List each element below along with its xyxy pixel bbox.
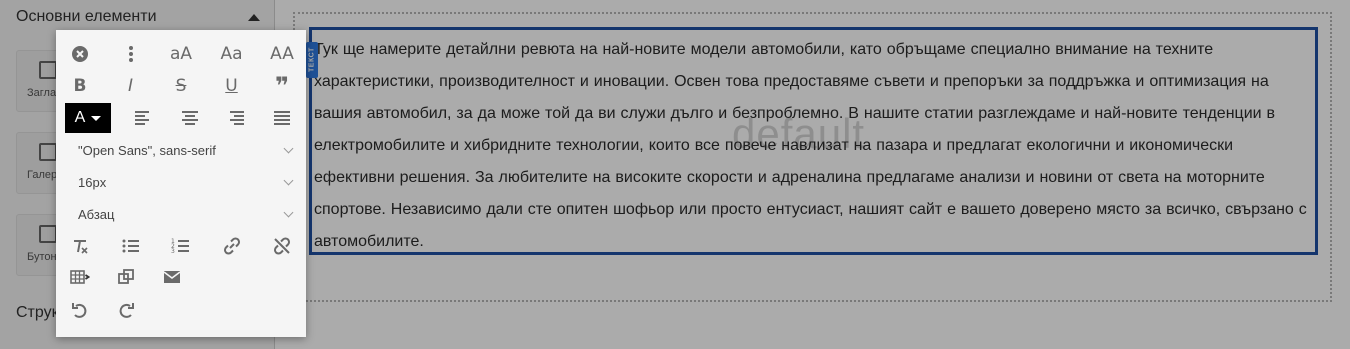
- chevron-down-icon: [283, 143, 294, 153]
- table-icon[interactable]: [66, 263, 94, 291]
- underline-button[interactable]: U: [218, 72, 246, 100]
- button-icon: [39, 225, 57, 243]
- font-size-select[interactable]: 16px: [68, 169, 296, 195]
- link-icon[interactable]: [218, 232, 246, 260]
- text-color-label: A: [74, 109, 86, 126]
- align-right-icon[interactable]: [222, 104, 250, 132]
- toolbar-row-5: [66, 263, 296, 291]
- lowercase-button[interactable]: aA: [167, 40, 195, 68]
- editor-canvas: default Тук ще намерите детайлни ревюта …: [276, 0, 1350, 349]
- titlecase-button[interactable]: Aa: [218, 40, 246, 68]
- font-family-value: "Open Sans", sans-serif: [78, 142, 216, 158]
- align-justify-icon[interactable]: [268, 104, 296, 132]
- toolbar-row-2: B I S U ❞: [66, 72, 296, 100]
- toolbar-row-1: aA Aa AA: [66, 40, 296, 68]
- section-title: Основни елементи: [16, 8, 157, 25]
- svg-text:3: 3: [171, 248, 175, 255]
- block-format-value: Абзац: [78, 206, 115, 222]
- block-type-tag: ТЕКСТ: [306, 42, 318, 78]
- chevron-down-icon: [283, 207, 294, 217]
- italic-button[interactable]: I: [117, 72, 145, 100]
- redo-icon[interactable]: [112, 296, 140, 324]
- copy-icon[interactable]: [112, 263, 140, 291]
- bold-button[interactable]: B: [66, 72, 94, 100]
- quote-button[interactable]: ❞: [268, 72, 296, 100]
- chevron-down-icon: [283, 175, 294, 185]
- format-toolbar: aA Aa AA B I S U ❞ A "Open Sans", sans-s…: [56, 30, 306, 337]
- toolbar-row-6: [66, 296, 296, 324]
- section-header[interactable]: Основни елементи: [16, 6, 260, 28]
- dropdown-triangle-icon: [91, 115, 102, 121]
- toolbar-row-4: 123: [66, 232, 296, 260]
- close-icon[interactable]: [66, 40, 94, 68]
- block-format-select[interactable]: Абзац: [68, 201, 296, 227]
- more-vertical-icon[interactable]: [117, 40, 145, 68]
- bullet-list-icon[interactable]: [117, 232, 145, 260]
- align-center-icon[interactable]: [176, 104, 204, 132]
- undo-icon[interactable]: [66, 296, 94, 324]
- email-icon[interactable]: [158, 263, 186, 291]
- text-color-button[interactable]: A: [65, 103, 111, 133]
- clear-format-icon[interactable]: [66, 232, 94, 260]
- numbered-list-icon[interactable]: 123: [167, 232, 195, 260]
- collapse-caret-icon[interactable]: [248, 13, 260, 21]
- uppercase-button[interactable]: AA: [268, 40, 296, 68]
- heading-icon: [39, 61, 57, 79]
- align-left-icon[interactable]: [129, 104, 157, 132]
- unlink-icon[interactable]: [268, 232, 296, 260]
- font-family-select[interactable]: "Open Sans", sans-serif: [68, 137, 296, 163]
- text-content[interactable]: Тук ще намерите детайлни ревюта на най-н…: [314, 34, 1316, 258]
- grid-icon: [39, 143, 57, 161]
- font-size-value: 16px: [78, 174, 107, 190]
- strikethrough-button[interactable]: S: [167, 72, 195, 100]
- toolbar-row-3: A: [65, 103, 296, 133]
- selected-text-block[interactable]: default Тук ще намерите детайлни ревюта …: [306, 27, 1318, 258]
